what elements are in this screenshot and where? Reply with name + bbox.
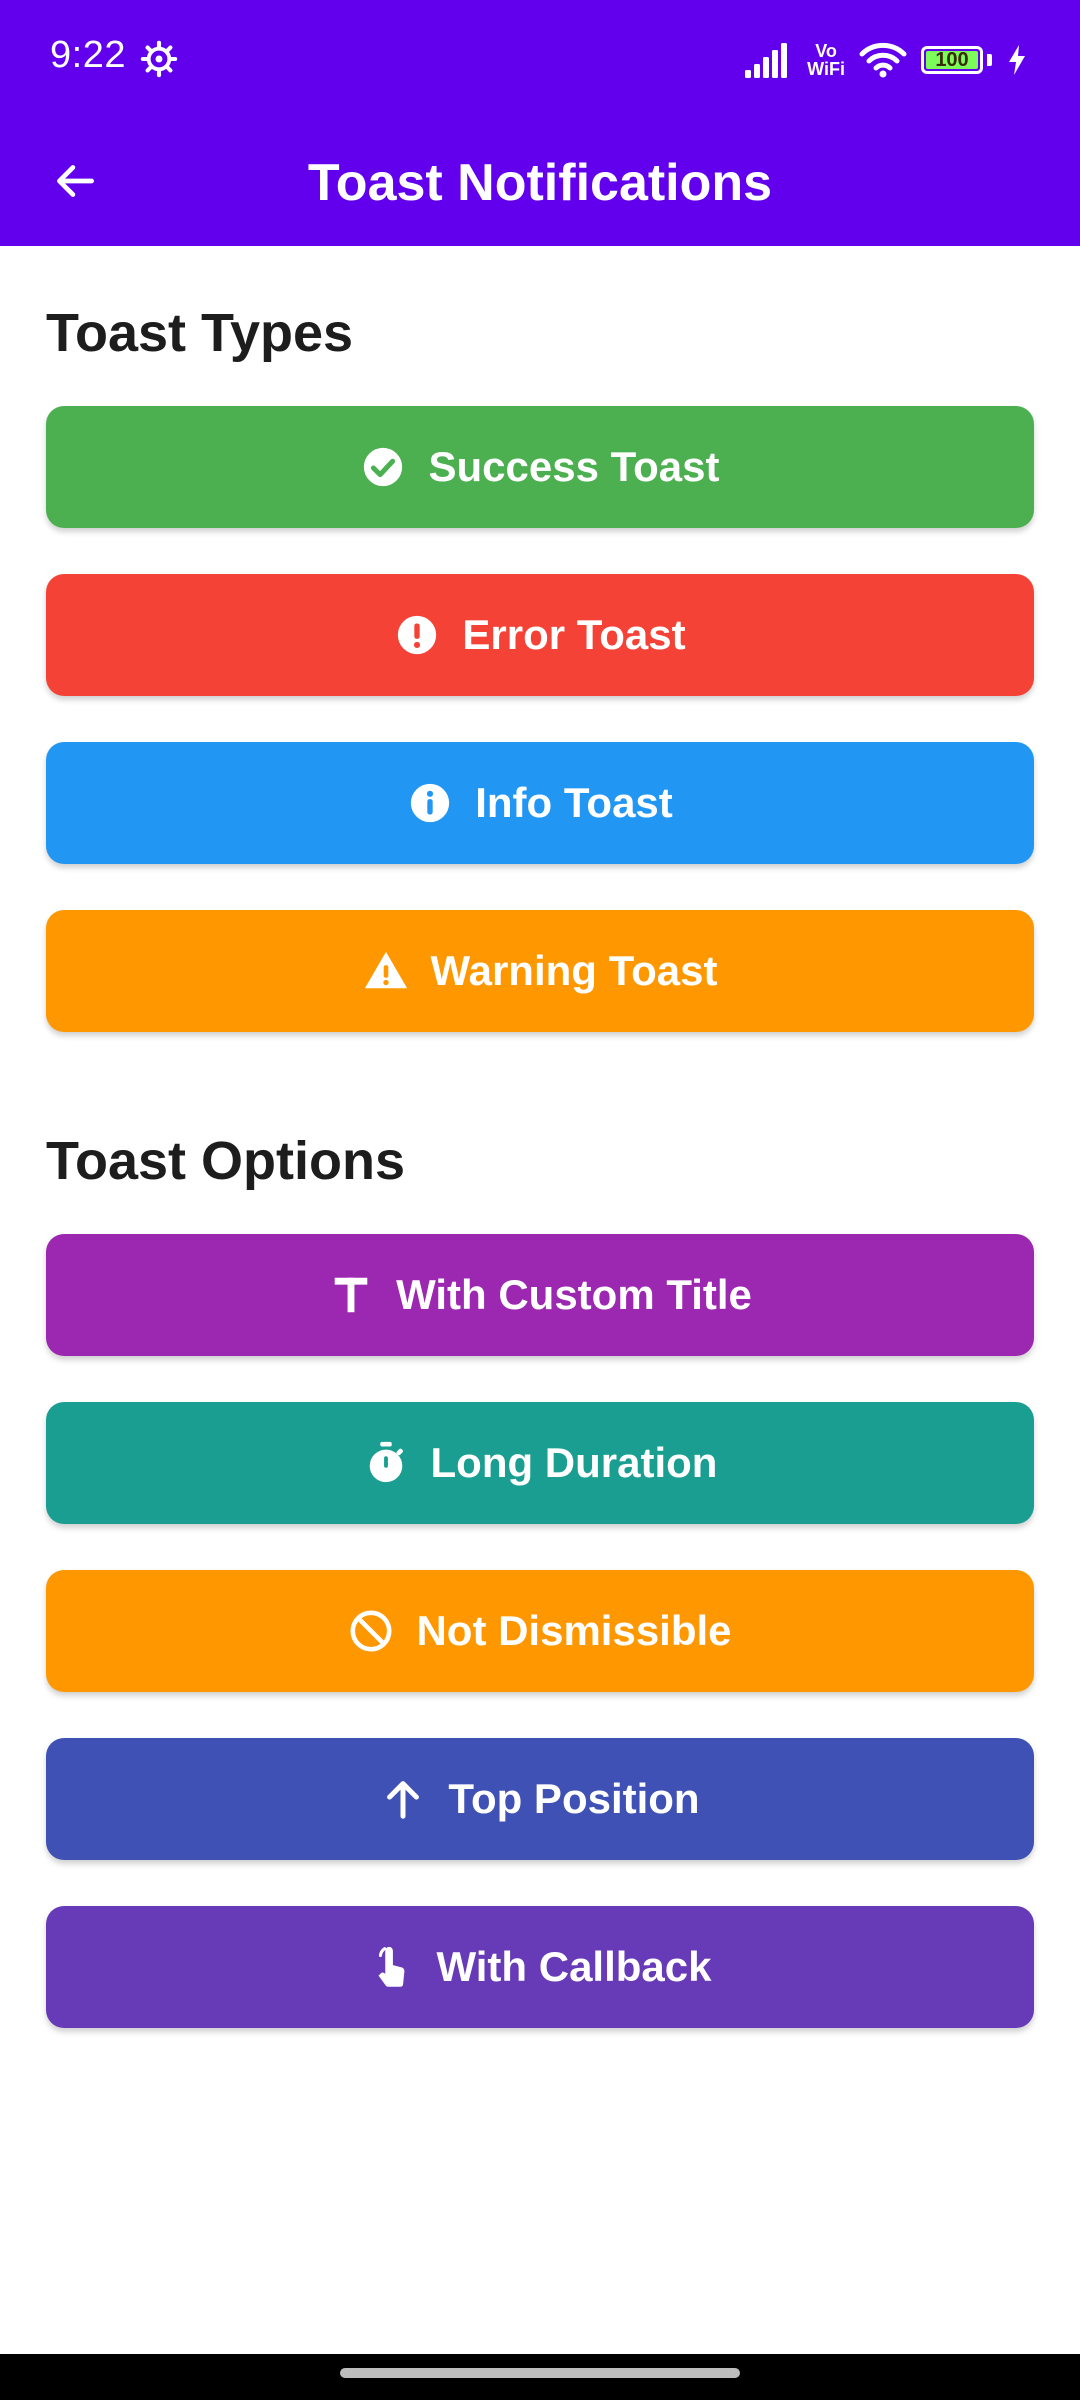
battery-level: 100 [935,48,969,71]
error-icon [394,612,440,658]
app-bar-container: 9:22 Vo WiFi 100 Toast Notifications [0,0,1080,246]
system-nav-bar [0,2354,1080,2400]
settings-gear-icon [140,40,178,78]
vowifi-top-text: Vo [815,41,837,61]
success-toast-label: Success Toast [428,443,720,490]
custom-title-button[interactable]: With Custom Title [46,1234,1034,1356]
timer-icon [363,1440,409,1486]
long-duration-button[interactable]: Long Duration [46,1402,1034,1524]
error-toast-label: Error Toast [462,611,686,658]
long-duration-label: Long Duration [430,1439,718,1486]
battery-icon: 100 [921,46,983,74]
main-content: Toast Types Success Toast Error Toast In… [46,246,1034,2028]
toast-options-title: Toast Options [46,1131,405,1191]
home-gesture-handle[interactable] [340,2368,740,2378]
success-toast-button[interactable]: Success Toast [46,406,1034,528]
not-dismissible-button[interactable]: Not Dismissible [46,1570,1034,1692]
title-icon [328,1272,374,1318]
info-toast-button[interactable]: Info Toast [46,742,1034,864]
app-bar: Toast Notifications [0,120,1080,246]
arrow-up-icon [380,1776,426,1822]
top-position-label: Top Position [448,1775,700,1822]
warning-toast-label: Warning Toast [430,947,718,994]
wifi-icon [859,41,907,79]
warning-toast-button[interactable]: Warning Toast [46,910,1034,1032]
toast-types-title: Toast Types [46,303,354,363]
info-icon [407,780,453,826]
charging-bolt-icon [1006,44,1028,76]
with-callback-label: With Callback [436,1943,712,1990]
signal-icon [743,40,793,80]
vowifi-bottom-text: WiFi [807,59,845,79]
screen: 9:22 Vo WiFi 100 Toast Notifications Toa… [0,0,1080,2400]
top-position-button[interactable]: Top Position [46,1738,1034,1860]
custom-title-label: With Custom Title [396,1271,752,1318]
warning-icon [363,948,409,994]
with-callback-button[interactable]: With Callback [46,1906,1034,2028]
vowifi-indicator: Vo WiFi [807,42,845,78]
battery-cap [987,54,992,66]
check-circle-icon [360,444,406,490]
arrow-back-icon [50,156,100,211]
page-title: Toast Notifications [307,154,773,212]
touch-icon [368,1944,414,1990]
info-toast-label: Info Toast [475,779,673,826]
status-time: 9:22 [50,34,126,76]
status-icons: Vo WiFi 100 [743,36,1028,84]
block-icon [348,1608,394,1654]
status-bar: 9:22 Vo WiFi 100 [0,0,1080,120]
not-dismissible-label: Not Dismissible [416,1607,732,1654]
error-toast-button[interactable]: Error Toast [46,574,1034,696]
back-button[interactable] [40,148,110,218]
